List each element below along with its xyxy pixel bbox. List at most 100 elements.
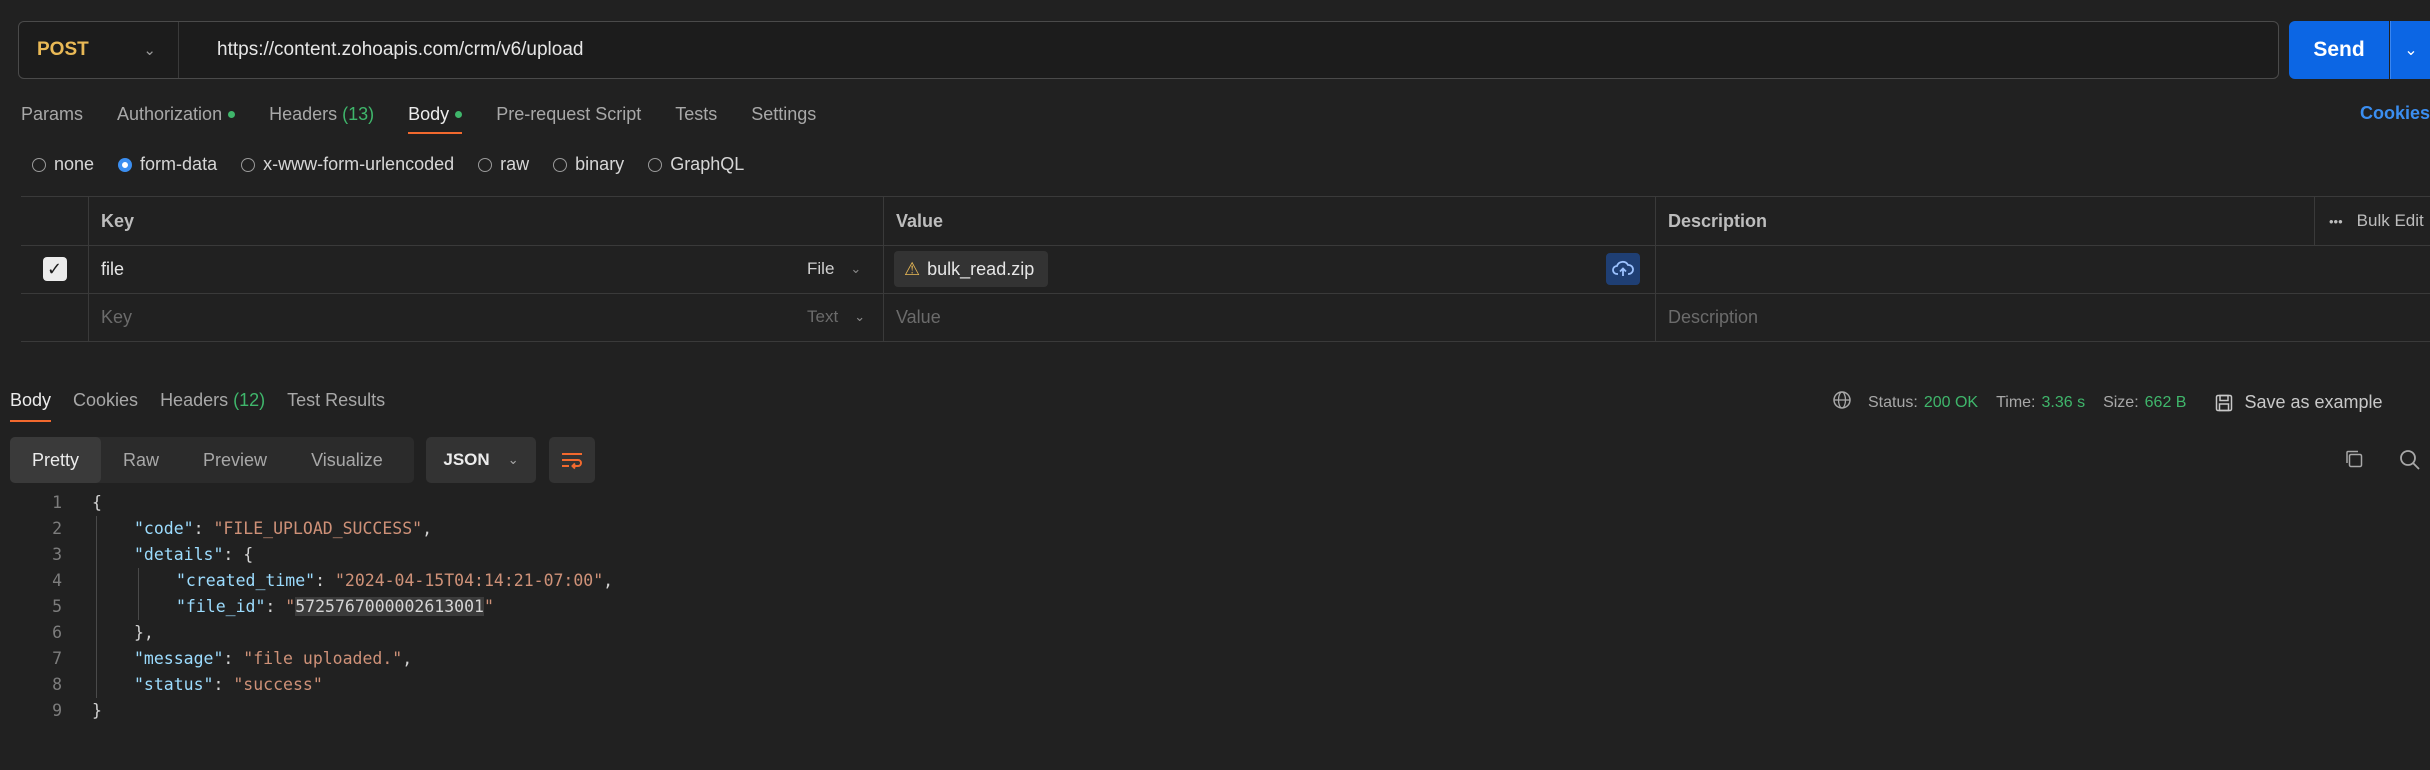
view-preview[interactable]: Preview bbox=[181, 437, 289, 483]
tab-tests[interactable]: Tests bbox=[675, 100, 717, 134]
tab-params[interactable]: Params bbox=[21, 100, 83, 134]
tab-pre-request-script[interactable]: Pre-request Script bbox=[496, 100, 641, 134]
tab-label: Body bbox=[10, 390, 52, 410]
body-type-binary[interactable]: binary bbox=[553, 154, 624, 175]
code-token: : { bbox=[223, 545, 254, 564]
new-key-input[interactable]: Key bbox=[88, 293, 793, 341]
body-type-graphql[interactable]: GraphQL bbox=[648, 154, 744, 175]
tab-label: Tests bbox=[675, 104, 718, 124]
form-data-table: Key Value Description ••• Bulk Edit ✓ fi… bbox=[21, 196, 2430, 343]
cloud-upload-icon[interactable] bbox=[1606, 253, 1640, 285]
radio-button[interactable] bbox=[118, 157, 133, 172]
code-token: "file uploaded." bbox=[243, 649, 403, 668]
body-type-form-data[interactable]: form-data bbox=[118, 154, 217, 175]
status-dot-icon bbox=[455, 110, 463, 118]
indent-guide bbox=[96, 516, 97, 698]
tab-label: Test Results bbox=[287, 390, 386, 410]
copy-icon[interactable] bbox=[2343, 448, 2365, 475]
table-row: ✓ file File ⌄ ⚠ bulk_read.zip bbox=[21, 245, 2430, 294]
code-token: { bbox=[92, 493, 102, 512]
response-view-toggle: Pretty Raw Preview Visualize bbox=[10, 437, 414, 483]
size-label: Size: bbox=[2103, 393, 2139, 411]
line-number: 6 bbox=[52, 623, 62, 642]
view-visualize[interactable]: Visualize bbox=[289, 437, 405, 483]
code-token: : bbox=[315, 571, 335, 590]
format-select[interactable]: JSON ⌄ bbox=[426, 437, 536, 483]
code-line: 5 "file_id": "5725767000002613001" bbox=[0, 594, 1400, 620]
file-name: bulk_read.zip bbox=[927, 258, 1035, 279]
tab-settings[interactable]: Settings bbox=[751, 100, 816, 134]
row-key-input[interactable]: file bbox=[88, 245, 793, 293]
view-pretty[interactable]: Pretty bbox=[10, 437, 102, 483]
code-line: 2 "code": "FILE_UPLOAD_SUCCESS", bbox=[0, 516, 1400, 542]
response-tab-cookies[interactable]: Cookies bbox=[73, 382, 138, 422]
row-type-select[interactable]: File ⌄ bbox=[793, 245, 883, 293]
tab-headers[interactable]: Headers (13) bbox=[269, 100, 374, 134]
globe-icon[interactable] bbox=[1832, 390, 1852, 415]
radio-button[interactable] bbox=[648, 157, 663, 172]
save-as-example-button[interactable]: Save as example bbox=[2214, 392, 2383, 413]
code-line: 4 "created_time": "2024-04-15T04:14:21-07… bbox=[0, 568, 1400, 594]
response-tab-test-results[interactable]: Test Results bbox=[287, 382, 385, 422]
line-number: 2 bbox=[52, 519, 62, 538]
radio-label: binary bbox=[575, 154, 625, 174]
tab-authorization[interactable]: Authorization bbox=[117, 100, 236, 134]
send-button[interactable]: Send bbox=[2289, 21, 2389, 79]
tab-label: Body bbox=[408, 104, 450, 124]
view-raw[interactable]: Raw bbox=[101, 437, 181, 483]
tab-body[interactable]: Body bbox=[408, 100, 463, 134]
code-token: "details" bbox=[134, 545, 224, 564]
radio-button[interactable] bbox=[32, 157, 46, 172]
row-enabled-checkbox[interactable]: ✓ bbox=[42, 257, 67, 281]
line-number: 8 bbox=[52, 675, 62, 694]
send-options-button[interactable]: ⌄ bbox=[2390, 21, 2430, 79]
method-select[interactable]: POST ⌄ bbox=[19, 22, 179, 78]
code-text: } bbox=[92, 698, 102, 724]
tab-count-badge: (13) bbox=[337, 104, 375, 124]
body-type-x-www-form-urlencoded[interactable]: x-www-form-urlencoded bbox=[241, 154, 454, 175]
radio-button[interactable] bbox=[478, 157, 493, 172]
code-line: 6}, bbox=[0, 620, 1400, 646]
row-description-input[interactable] bbox=[1655, 245, 2430, 293]
method-label: POST bbox=[37, 39, 89, 60]
request-tabs: Params Authorization Headers (13) Body Pre-r… bbox=[0, 100, 829, 140]
new-type-select[interactable]: Text ⌄ bbox=[793, 293, 883, 341]
new-description-input[interactable]: Description bbox=[1655, 293, 2430, 341]
more-options-icon[interactable]: ••• bbox=[2329, 214, 2343, 229]
new-value-input[interactable]: Value bbox=[883, 293, 1655, 341]
file-chip[interactable]: ⚠ bulk_read.zip bbox=[894, 251, 1049, 287]
code-line: 3 "details": { bbox=[0, 542, 1400, 568]
radio-label: form-data bbox=[140, 154, 218, 174]
radio-button[interactable] bbox=[553, 157, 568, 172]
tab-label: Settings bbox=[751, 104, 817, 124]
radio-button[interactable] bbox=[241, 157, 256, 172]
tab-label: Authorization bbox=[117, 104, 223, 124]
status-value[interactable]: 200 OK bbox=[1924, 394, 1978, 412]
time-value[interactable]: 3.36 s bbox=[2041, 394, 2085, 412]
code-token: 5725767000002613001 bbox=[295, 597, 484, 616]
code-text: "status": "success" bbox=[134, 672, 323, 698]
chevron-down-icon: ⌄ bbox=[854, 309, 866, 324]
search-icon[interactable] bbox=[2398, 448, 2422, 477]
line-number: 7 bbox=[52, 649, 62, 668]
table-header-row: Key Value Description ••• Bulk Edit bbox=[21, 197, 2430, 246]
cookies-link[interactable]: Cookies bbox=[2360, 103, 2430, 124]
wrap-lines-button[interactable] bbox=[549, 437, 595, 483]
response-tab-body[interactable]: Body bbox=[10, 382, 52, 422]
size-value[interactable]: 662 B bbox=[2145, 394, 2187, 412]
response-tab-headers[interactable]: Headers (12) bbox=[160, 382, 265, 422]
bulk-edit-button[interactable]: Bulk Edit bbox=[2357, 211, 2424, 231]
code-line: 7 "message": "file uploaded.", bbox=[0, 646, 1400, 672]
tab-label: Headers bbox=[160, 390, 229, 410]
table-row-placeholder: Key Text ⌄ Value Description bbox=[21, 293, 2430, 342]
code-token: "FILE_UPLOAD_SUCCESS" bbox=[213, 519, 423, 538]
value-column-header: Value bbox=[883, 197, 1655, 245]
code-token: : bbox=[213, 675, 234, 694]
body-type-none[interactable]: none bbox=[32, 154, 94, 175]
code-token: " bbox=[483, 597, 494, 616]
radio-label: none bbox=[54, 154, 95, 174]
tab-label: Headers bbox=[269, 104, 338, 124]
code-line: 1{ bbox=[0, 490, 1400, 516]
body-type-raw[interactable]: raw bbox=[478, 154, 529, 175]
url-input[interactable]: https://content.zohoapis.com/crm/v6/uplo… bbox=[179, 39, 583, 61]
